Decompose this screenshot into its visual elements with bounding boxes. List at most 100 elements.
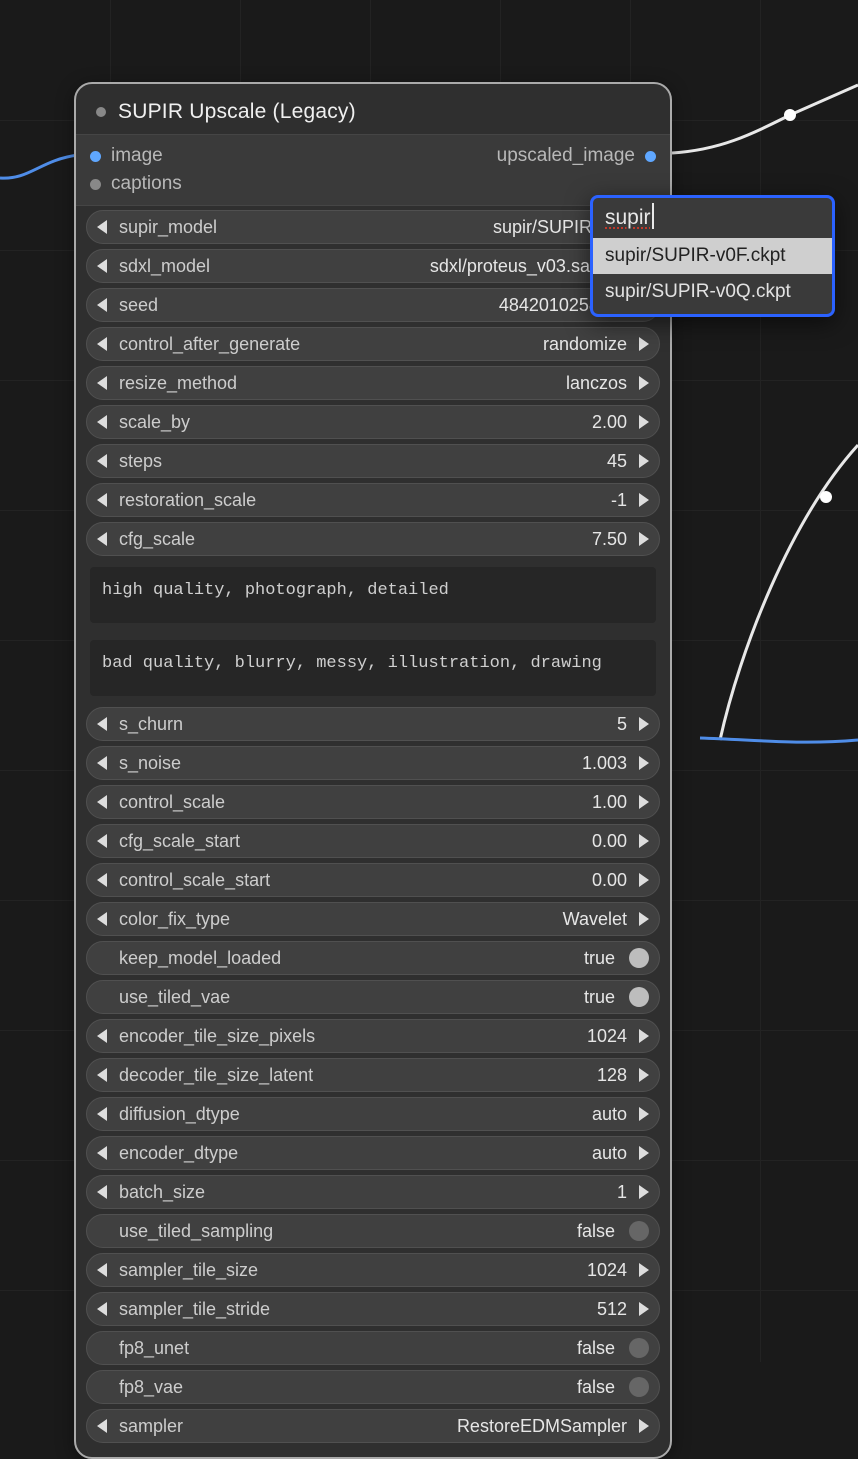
chevron-right-icon[interactable] bbox=[639, 834, 649, 848]
negative-prompt-textarea[interactable]: bad quality, blurry, messy, illustration… bbox=[90, 640, 656, 696]
widget-cfg-scale[interactable]: cfg_scale 7.50 bbox=[86, 522, 660, 556]
chevron-left-icon[interactable] bbox=[97, 717, 107, 731]
toggle-knob[interactable] bbox=[629, 948, 649, 968]
chevron-right-icon[interactable] bbox=[639, 1302, 649, 1316]
chevron-left-icon[interactable] bbox=[97, 873, 107, 887]
widget-restoration-scale[interactable]: restoration_scale -1 bbox=[86, 483, 660, 517]
label-steps: steps bbox=[119, 451, 162, 472]
chevron-left-icon[interactable] bbox=[97, 1107, 107, 1121]
chevron-left-icon[interactable] bbox=[97, 1263, 107, 1277]
node-collapse-dot[interactable] bbox=[96, 107, 106, 117]
widget-fp8-vae[interactable]: fp8_vae false bbox=[86, 1370, 660, 1404]
label-control-scale-start: control_scale_start bbox=[119, 870, 270, 891]
widget-sampler-tile-size[interactable]: sampler_tile_size 1024 bbox=[86, 1253, 660, 1287]
chevron-right-icon[interactable] bbox=[639, 1419, 649, 1433]
chevron-left-icon[interactable] bbox=[97, 1419, 107, 1433]
value-sampler: RestoreEDMSampler bbox=[457, 1416, 627, 1437]
value-use-tiled-sampling: false bbox=[577, 1221, 615, 1242]
chevron-right-icon[interactable] bbox=[639, 1107, 649, 1121]
widget-diffusion-dtype[interactable]: diffusion_dtype auto bbox=[86, 1097, 660, 1131]
input-port-image[interactable] bbox=[90, 151, 101, 162]
chevron-right-icon[interactable] bbox=[639, 912, 649, 926]
chevron-left-icon[interactable] bbox=[97, 376, 107, 390]
chevron-left-icon[interactable] bbox=[97, 454, 107, 468]
chevron-right-icon[interactable] bbox=[639, 1146, 649, 1160]
toggle-knob[interactable] bbox=[629, 1221, 649, 1241]
label-seed: seed bbox=[119, 295, 158, 316]
chevron-left-icon[interactable] bbox=[97, 1068, 107, 1082]
chevron-left-icon[interactable] bbox=[97, 337, 107, 351]
node-supir-upscale[interactable]: SUPIR Upscale (Legacy) image upscaled_im… bbox=[74, 82, 672, 1459]
chevron-right-icon[interactable] bbox=[639, 454, 649, 468]
widget-decoder-tile-size-latent[interactable]: decoder_tile_size_latent 128 bbox=[86, 1058, 660, 1092]
chevron-left-icon[interactable] bbox=[97, 1029, 107, 1043]
widget-s-noise[interactable]: s_noise 1.003 bbox=[86, 746, 660, 780]
value-keep-model-loaded: true bbox=[584, 948, 615, 969]
widget-color-fix-type[interactable]: color_fix_type Wavelet bbox=[86, 902, 660, 936]
toggle-knob[interactable] bbox=[629, 1338, 649, 1358]
autocomplete-option[interactable]: supir/SUPIR-v0Q.ckpt bbox=[593, 274, 832, 310]
chevron-left-icon[interactable] bbox=[97, 1146, 107, 1160]
widget-cfg-scale-start[interactable]: cfg_scale_start 0.00 bbox=[86, 824, 660, 858]
chevron-right-icon[interactable] bbox=[639, 717, 649, 731]
widget-s-churn[interactable]: s_churn 5 bbox=[86, 707, 660, 741]
widget-resize-method[interactable]: resize_method lanczos bbox=[86, 366, 660, 400]
chevron-right-icon[interactable] bbox=[639, 1185, 649, 1199]
chevron-right-icon[interactable] bbox=[639, 795, 649, 809]
autocomplete-option[interactable]: supir/SUPIR-v0F.ckpt bbox=[593, 238, 832, 274]
widget-use-tiled-sampling[interactable]: use_tiled_sampling false bbox=[86, 1214, 660, 1248]
widget-control-scale-start[interactable]: control_scale_start 0.00 bbox=[86, 863, 660, 897]
widget-supir-model[interactable]: supir_model supir/SUPIR-v0F.ck bbox=[86, 210, 660, 244]
widget-encoder-dtype[interactable]: encoder_dtype auto bbox=[86, 1136, 660, 1170]
chevron-right-icon[interactable] bbox=[639, 873, 649, 887]
widget-sampler[interactable]: sampler RestoreEDMSampler bbox=[86, 1409, 660, 1443]
chevron-right-icon[interactable] bbox=[639, 1029, 649, 1043]
chevron-right-icon[interactable] bbox=[639, 1263, 649, 1277]
chevron-left-icon[interactable] bbox=[97, 1302, 107, 1316]
chevron-left-icon[interactable] bbox=[97, 756, 107, 770]
widget-steps[interactable]: steps 45 bbox=[86, 444, 660, 478]
chevron-right-icon[interactable] bbox=[639, 1068, 649, 1082]
widget-use-tiled-vae[interactable]: use_tiled_vae true bbox=[86, 980, 660, 1014]
chevron-left-icon[interactable] bbox=[97, 415, 107, 429]
widget-keep-model-loaded[interactable]: keep_model_loaded true bbox=[86, 941, 660, 975]
widget-fp8-unet[interactable]: fp8_unet false bbox=[86, 1331, 660, 1365]
autocomplete-input[interactable] bbox=[593, 198, 832, 236]
chevron-left-icon[interactable] bbox=[97, 298, 107, 312]
chevron-left-icon[interactable] bbox=[97, 1185, 107, 1199]
label-control-after-generate: control_after_generate bbox=[119, 334, 300, 355]
widget-sampler-tile-stride[interactable]: sampler_tile_stride 512 bbox=[86, 1292, 660, 1326]
chevron-left-icon[interactable] bbox=[97, 532, 107, 546]
widget-encoder-tile-size-pixels[interactable]: encoder_tile_size_pixels 1024 bbox=[86, 1019, 660, 1053]
autocomplete-popup[interactable]: supir/SUPIR-v0F.ckpt supir/SUPIR-v0Q.ckp… bbox=[590, 195, 835, 317]
node-header[interactable]: SUPIR Upscale (Legacy) bbox=[76, 84, 670, 135]
chevron-left-icon[interactable] bbox=[97, 493, 107, 507]
label-resize-method: resize_method bbox=[119, 373, 237, 394]
chevron-right-icon[interactable] bbox=[639, 415, 649, 429]
input-port-captions[interactable] bbox=[90, 179, 101, 190]
widget-control-after-generate[interactable]: control_after_generate randomize bbox=[86, 327, 660, 361]
widget-control-scale[interactable]: control_scale 1.00 bbox=[86, 785, 660, 819]
chevron-left-icon[interactable] bbox=[97, 259, 107, 273]
toggle-knob[interactable] bbox=[629, 987, 649, 1007]
label-cfg-scale-start: cfg_scale_start bbox=[119, 831, 240, 852]
chevron-right-icon[interactable] bbox=[639, 376, 649, 390]
toggle-knob[interactable] bbox=[629, 1377, 649, 1397]
output-port-upscaled-image[interactable] bbox=[645, 151, 656, 162]
widget-scale-by[interactable]: scale_by 2.00 bbox=[86, 405, 660, 439]
chevron-left-icon[interactable] bbox=[97, 795, 107, 809]
chevron-right-icon[interactable] bbox=[639, 756, 649, 770]
widget-seed[interactable]: seed 484201025835040 bbox=[86, 288, 660, 322]
chevron-left-icon[interactable] bbox=[97, 220, 107, 234]
value-cfg-scale: 7.50 bbox=[592, 529, 627, 550]
chevron-right-icon[interactable] bbox=[639, 337, 649, 351]
positive-prompt-textarea[interactable]: high quality, photograph, detailed bbox=[90, 567, 656, 623]
chevron-right-icon[interactable] bbox=[639, 532, 649, 546]
chevron-right-icon[interactable] bbox=[639, 493, 649, 507]
label-diffusion-dtype: diffusion_dtype bbox=[119, 1104, 240, 1125]
widget-batch-size[interactable]: batch_size 1 bbox=[86, 1175, 660, 1209]
widget-sdxl-model[interactable]: sdxl_model sdxl/proteus_v03.safetenso bbox=[86, 249, 660, 283]
value-control-after-generate: randomize bbox=[543, 334, 627, 355]
chevron-left-icon[interactable] bbox=[97, 912, 107, 926]
chevron-left-icon[interactable] bbox=[97, 834, 107, 848]
